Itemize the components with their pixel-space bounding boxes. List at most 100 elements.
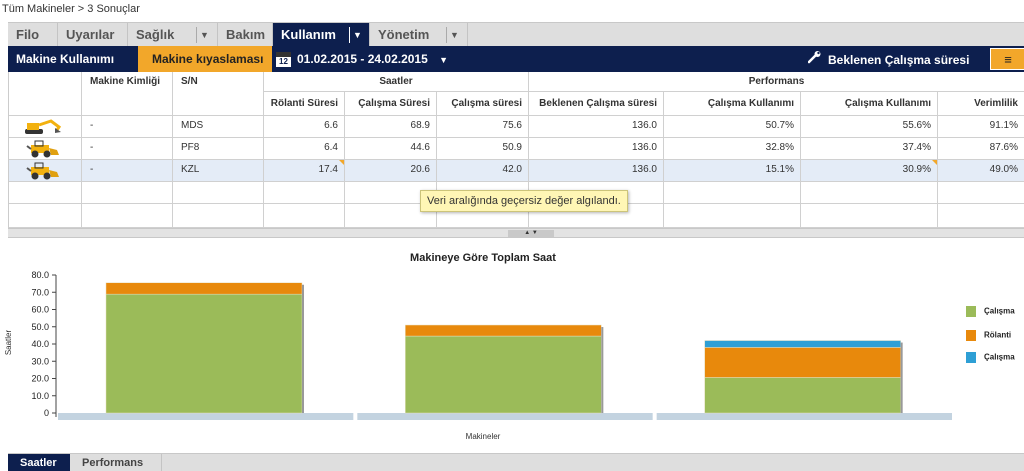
date-range-text: 01.02.2015 - 24.02.2015 <box>297 52 428 66</box>
empty-cell <box>801 182 938 204</box>
bar-segment <box>105 293 303 414</box>
expected-runtime-button[interactable]: Beklenen Çalışma süresi <box>807 50 970 69</box>
sn-cell: KZL <box>173 160 264 182</box>
panel-splitter[interactable]: ▲ ▼ <box>8 228 1024 238</box>
menu-icon: ≡ <box>1004 52 1012 67</box>
legend-item-work-2: Çalışma <box>966 352 1015 363</box>
wrench-icon <box>807 50 822 69</box>
header-work-usage[interactable]: Çalışma Kullanımı <box>664 92 801 116</box>
header-efficiency[interactable]: Verimlilik <box>938 92 1024 116</box>
legend-label: Çalışma <box>984 352 1015 362</box>
nav-tab-management[interactable]: Yönetim ▼ <box>370 23 468 47</box>
menu-button[interactable]: ≡ <box>990 48 1024 70</box>
nav-tab-alerts[interactable]: Uyarılar <box>58 23 128 47</box>
value-cell: 17.4 <box>264 160 345 182</box>
loader-icon <box>26 140 59 158</box>
empty-cell <box>801 204 938 228</box>
nav-tab-usage[interactable]: Kullanım ▼ <box>273 23 370 47</box>
machine-id-cell: - <box>82 116 173 138</box>
tab-machine-usage[interactable]: Makine Kullanımı <box>8 46 138 72</box>
y-tick-label: 40.0 <box>31 339 49 349</box>
y-tick-label: 70.0 <box>31 287 49 297</box>
x-axis-band <box>656 413 952 420</box>
value-cell: 50.9 <box>437 138 529 160</box>
empty-cell <box>938 204 1024 228</box>
y-tick-label: 30.0 <box>31 356 49 366</box>
empty-cell <box>82 182 173 204</box>
empty-cell <box>173 204 264 228</box>
sn-cell: PF8 <box>173 138 264 160</box>
machine-id-cell: - <box>82 138 173 160</box>
value-cell: 50.7% <box>664 116 801 138</box>
expected-runtime-label: Beklenen Çalışma süresi <box>828 53 970 67</box>
header-sn[interactable]: S/N <box>173 72 264 116</box>
bar-shadow <box>900 342 903 413</box>
value-cell: 136.0 <box>529 160 664 182</box>
machine-type-cell <box>9 138 82 160</box>
tab-machine-compare[interactable]: Makine kıyaslaması <box>138 46 272 72</box>
nav-tab-label: Kullanım <box>281 27 336 42</box>
main-nav: Filo Uyarılar Sağlık ▼ Bakım Kullanım ▼ Yö… <box>8 22 1024 47</box>
value-cell: 37.4% <box>801 138 938 160</box>
header-group-performance: Performans <box>529 72 1024 92</box>
nav-tab-label: Bakım <box>226 27 266 42</box>
splitter-handle[interactable]: ▲ ▼ <box>508 230 554 237</box>
nav-tab-label: Uyarılar <box>66 27 115 42</box>
empty-cell <box>9 182 82 204</box>
nav-tab-filo[interactable]: Filo <box>8 23 58 47</box>
machine-type-cell <box>9 116 82 138</box>
sn-cell: MDS <box>173 116 264 138</box>
empty-cell <box>9 204 82 228</box>
value-cell: 6.4 <box>264 138 345 160</box>
bar-shadow <box>302 284 304 413</box>
value-cell: 42.0 <box>437 160 529 182</box>
value-cell: 20.6 <box>345 160 437 182</box>
y-tick-label: 50.0 <box>31 322 49 332</box>
nav-tab-maintenance[interactable]: Bakım <box>218 23 273 47</box>
header-machine-id[interactable]: Makine Kimliği <box>82 72 173 116</box>
tab-hours[interactable]: Saatler <box>8 454 70 471</box>
value-cell: 136.0 <box>529 138 664 160</box>
chevron-down-icon: ▼ <box>439 55 449 65</box>
legend-swatch <box>966 352 976 363</box>
value-cell: 15.1% <box>664 160 801 182</box>
header-idle-time[interactable]: Rölanti Süresi <box>264 92 345 116</box>
empty-cell <box>264 204 345 228</box>
y-tick-label: 80.0 <box>31 270 49 280</box>
legend-item-idle: Rölanti <box>966 330 1011 341</box>
header-icon-col <box>9 72 82 116</box>
value-cell: 30.9% <box>801 160 938 182</box>
sub-toolbar: Makine Kullanımı Makine kıyaslaması 12 01… <box>8 46 1024 72</box>
empty-cell <box>82 204 173 228</box>
chevron-down-icon[interactable]: ▼ <box>349 27 365 43</box>
y-tick-label: 20.0 <box>31 374 49 384</box>
value-cell: 55.6% <box>801 116 938 138</box>
header-work-usage-2[interactable]: Çalışma Kullanımı <box>801 92 938 116</box>
bottom-tab-bar: Saatler Performans <box>8 453 1024 471</box>
header-work-time[interactable]: Çalışma Süresi <box>345 92 437 116</box>
tab-performance[interactable]: Performans <box>70 454 162 471</box>
calendar-icon: 12 <box>276 52 291 68</box>
chevron-down-icon[interactable]: ▼ <box>446 27 462 43</box>
header-expected-time[interactable]: Beklenen Çalışma süresi <box>529 92 664 116</box>
y-tick-label: 10.0 <box>31 391 49 401</box>
nav-tab-health[interactable]: Sağlık ▼ <box>128 23 218 47</box>
chevron-down-icon[interactable]: ▼ <box>196 27 212 43</box>
empty-cell <box>173 182 264 204</box>
empty-cell <box>264 182 345 204</box>
value-cell: 136.0 <box>529 116 664 138</box>
nav-tab-label: Filo <box>16 27 40 42</box>
date-range-picker[interactable]: 12 01.02.2015 - 24.02.2015 ▼ <box>276 50 448 68</box>
value-cell: 44.6 <box>345 138 437 160</box>
excavator-icon <box>25 119 62 134</box>
legend-swatch <box>966 306 976 317</box>
chart-panel: Makineye Göre Toplam Saat Saatler 0 10.0 2… <box>4 238 1024 453</box>
value-cell: 91.1% <box>938 116 1024 138</box>
empty-cell <box>938 182 1024 204</box>
chart-svg: 0 10.0 20.0 30.0 40.0 50.0 60.0 70.0 80.0 <box>31 270 952 420</box>
legend-label: Rölanti <box>984 330 1012 340</box>
header-work-time-2[interactable]: Çalışma süresi <box>437 92 529 116</box>
y-tick-label: 60.0 <box>31 305 49 315</box>
header-group-hours: Saatler <box>264 72 529 92</box>
bar-shadow <box>601 327 604 413</box>
